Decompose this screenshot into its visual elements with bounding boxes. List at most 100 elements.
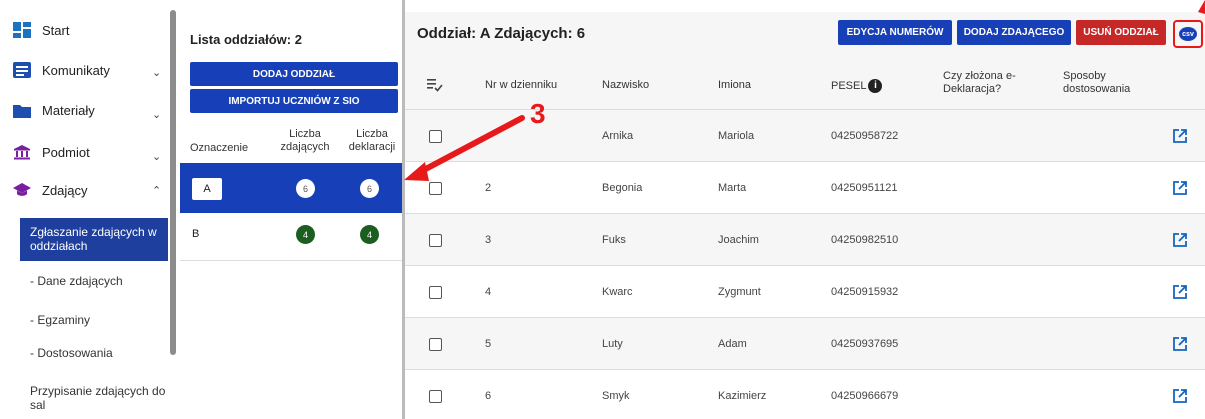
cell-surname: Arnika <box>602 130 634 142</box>
sidebar-subitem-dane[interactable]: - Dane zdających <box>30 274 123 288</box>
open-external-icon[interactable] <box>1173 389 1187 403</box>
cell-number: 2 <box>485 182 492 194</box>
column-header-declaration[interactable]: Czy złożona e-Deklaracja? <box>943 70 1043 96</box>
cell-surname: Luty <box>602 338 623 350</box>
students-count-badge: 6 <box>296 179 315 198</box>
message-icon <box>13 62 31 78</box>
annotation-label: 3 <box>530 98 546 129</box>
dashboard-icon <box>13 22 31 38</box>
column-header-surname[interactable]: Nazwisko <box>602 79 649 92</box>
column-header-names[interactable]: Imiona <box>718 79 751 92</box>
table-row[interactable]: 4 Kwarc Zygmunt 04250915932 <box>405 265 1205 317</box>
sidebar-subitem-dostosowania[interactable]: - Dostosowania <box>30 346 113 360</box>
folder-icon <box>13 105 31 118</box>
table-row[interactable]: 6 Smyk Kazimierz 04250966679 <box>405 369 1205 419</box>
row-checkbox[interactable] <box>429 338 442 351</box>
sidebar-item-podmiot[interactable]: Podmiot ⌄ <box>0 142 168 163</box>
cell-name: Kazimierz <box>718 390 767 402</box>
sidebar-item-materialy[interactable]: Materiały ⌄ <box>0 100 168 121</box>
row-checkbox[interactable] <box>429 286 442 299</box>
page-title: Oddział: A Zdających: 6 <box>417 25 586 42</box>
cell-number: 5 <box>485 338 492 350</box>
app-root: Start Komunikaty ⌄ Materiały ⌄ Podmiot ⌄… <box>0 0 1205 419</box>
open-external-icon[interactable] <box>1173 285 1187 299</box>
sidebar-subitem-sale[interactable]: Przypisanie zdających do sal <box>30 384 168 412</box>
cell-name: Joachim <box>718 234 759 246</box>
institution-icon <box>14 145 30 160</box>
csv-button-highlight[interactable]: csv <box>1173 20 1203 48</box>
cell-name: Marta <box>718 182 747 194</box>
cell-name: Mariola <box>718 130 755 142</box>
edit-numbers-button[interactable]: EDYCJA NUMERÓW <box>838 20 952 45</box>
sidebar-subitem-zgloszenia[interactable]: Zgłaszanie zdających w oddziałach <box>30 225 166 253</box>
chevron-up-icon: ⌃ <box>152 185 162 197</box>
groups-panel: Lista oddziałów: 2 DODAJ ODDZIAŁ IMPORTU… <box>180 12 402 419</box>
cell-pesel: 04250951121 <box>831 182 898 194</box>
sidebar-subitem-egzaminy[interactable]: - Egzaminy <box>30 313 90 327</box>
chevron-down-icon: ⌄ <box>152 67 162 79</box>
sidebar-subitem-label: Dostosowania <box>37 346 113 360</box>
cell-surname: Fuks <box>602 234 626 246</box>
sidebar-item-start[interactable]: Start <box>0 20 168 40</box>
sidebar-scrollbar[interactable] <box>170 10 176 355</box>
sidebar: Start Komunikaty ⌄ Materiały ⌄ Podmiot ⌄… <box>0 0 168 419</box>
groups-col-students: Liczba zdających <box>280 128 330 153</box>
sidebar-item-label: Zdający <box>42 183 88 198</box>
table-row[interactable]: 2 Begonia Marta 04250951121 <box>405 161 1205 213</box>
row-checkbox[interactable] <box>429 130 442 143</box>
table-row[interactable]: 5 Luty Adam 04250937695 <box>405 317 1205 369</box>
chevron-down-icon: ⌄ <box>152 109 162 121</box>
sidebar-item-label: Start <box>42 23 70 38</box>
open-external-icon[interactable] <box>1173 233 1187 247</box>
cell-name: Zygmunt <box>718 286 761 298</box>
sidebar-item-komunikaty[interactable]: Komunikaty ⌄ <box>0 60 168 80</box>
cell-surname: Kwarc <box>602 286 633 298</box>
cell-name: Adam <box>718 338 747 350</box>
sidebar-item-label: Podmiot <box>42 145 90 160</box>
open-external-icon[interactable] <box>1173 129 1187 143</box>
column-header-pesel[interactable]: PESEL i <box>831 79 883 93</box>
cell-surname: Smyk <box>602 390 630 402</box>
open-external-icon[interactable] <box>1173 181 1187 195</box>
group-row-b[interactable]: B 4 4 <box>180 213 402 261</box>
sidebar-item-zdajacy[interactable]: Zdający ⌃ <box>0 180 168 200</box>
group-row-a[interactable]: A 6 6 <box>180 163 402 213</box>
sidebar-subitem-label: Dane zdających <box>37 274 123 288</box>
table-row[interactable]: 3 Fuks Joachim 04250982510 <box>405 213 1205 265</box>
open-external-icon[interactable] <box>1173 337 1187 351</box>
cell-number: 6 <box>485 390 492 402</box>
cell-pesel: 04250937695 <box>831 338 899 350</box>
csv-icon[interactable]: csv <box>1179 27 1197 41</box>
cell-surname: Begonia <box>602 182 643 194</box>
group-label: B <box>192 228 200 240</box>
info-icon[interactable]: i <box>868 79 883 93</box>
delete-group-button[interactable]: USUŃ ODDZIAŁ <box>1076 20 1166 45</box>
cell-pesel: 04250915932 <box>831 286 899 298</box>
group-label: A <box>192 178 222 200</box>
groups-col-name: Oznaczenie <box>190 142 249 154</box>
column-header-adaptations[interactable]: Sposoby dostosowania <box>1063 70 1163 96</box>
declarations-count-badge: 4 <box>360 225 379 244</box>
sidebar-item-label: Materiały <box>42 103 95 118</box>
cell-pesel: 04250982510 <box>831 234 899 246</box>
declarations-count-badge: 6 <box>360 179 379 198</box>
row-checkbox[interactable] <box>429 182 442 195</box>
row-checkbox[interactable] <box>429 390 442 403</box>
sidebar-item-label: Komunikaty <box>42 63 110 78</box>
chevron-down-icon: ⌄ <box>152 151 162 163</box>
column-header-number[interactable]: Nr w dzienniku <box>485 79 557 92</box>
groups-col-declarations: Liczba deklaracji <box>348 128 396 153</box>
cell-pesel: 04250958722 <box>831 130 899 142</box>
column-select-icon[interactable] <box>427 78 443 92</box>
row-checkbox[interactable] <box>429 234 442 247</box>
import-students-button[interactable]: IMPORTUJ UCZNIÓW Z SIO <box>190 89 398 113</box>
cell-pesel: 04250966679 <box>831 390 899 402</box>
table-row[interactable]: Arnika Mariola 04250958722 <box>405 109 1205 161</box>
groups-title: Lista oddziałów: 2 <box>190 32 302 47</box>
add-student-button[interactable]: DODAJ ZDAJĄCEGO <box>957 20 1071 45</box>
cell-number: 3 <box>485 234 492 246</box>
add-group-button[interactable]: DODAJ ODDZIAŁ <box>190 62 398 86</box>
cell-number: 4 <box>485 286 492 298</box>
column-header-label: PESEL <box>831 79 867 92</box>
graduation-cap-icon <box>13 183 31 196</box>
